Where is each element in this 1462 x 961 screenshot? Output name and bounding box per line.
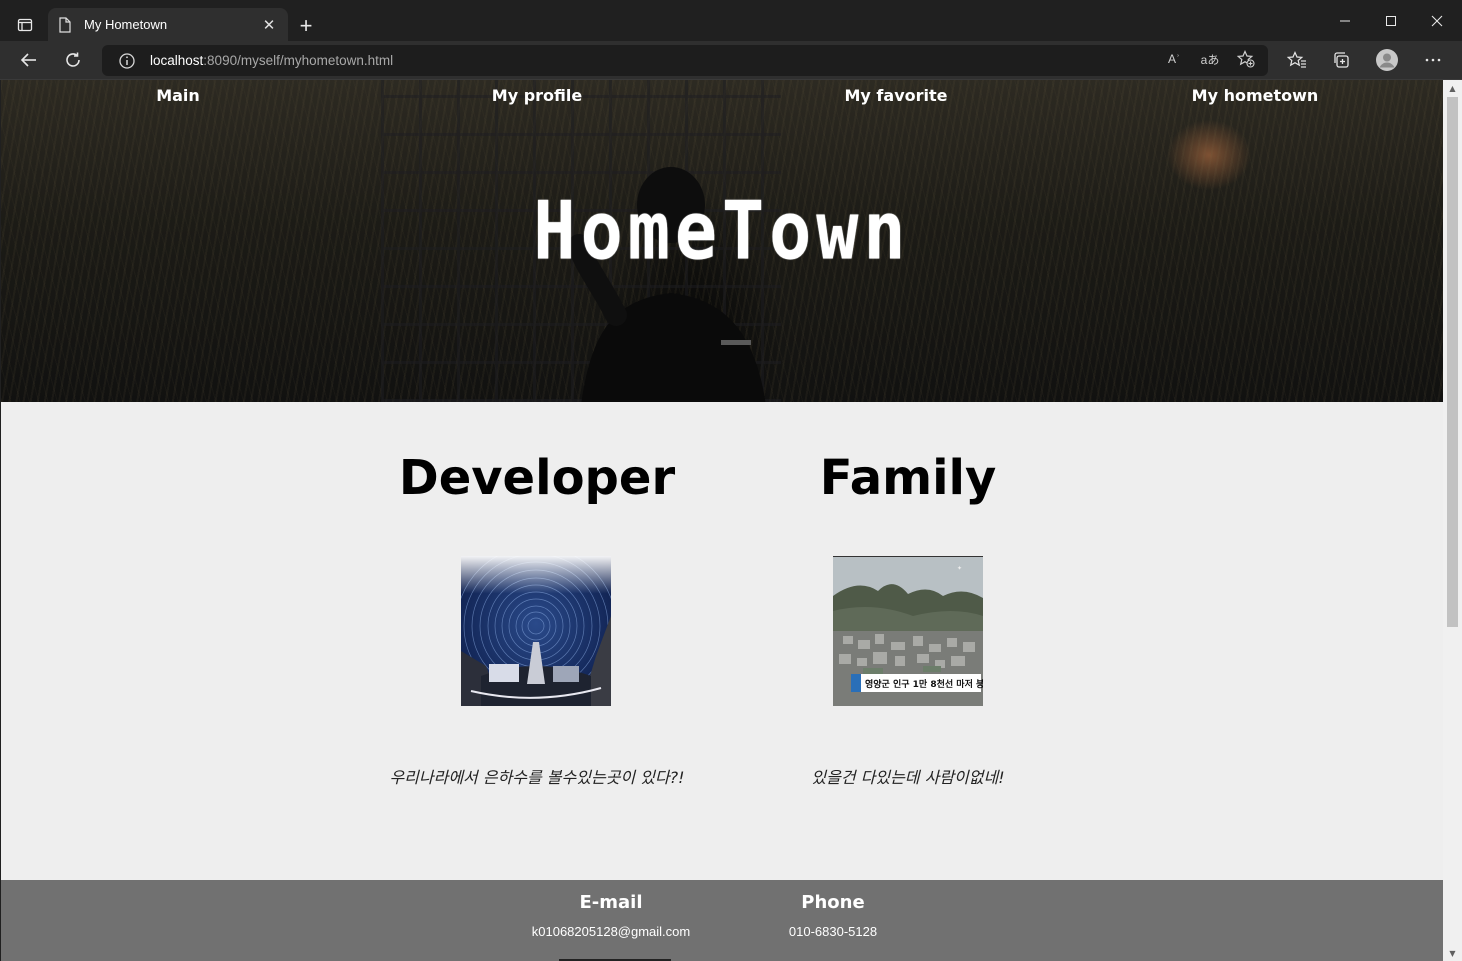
add-favorite-icon[interactable] xyxy=(1233,46,1259,72)
news-caption: 영양군 인구 1만 8천선 마저 붕괴 xyxy=(865,678,983,690)
nav-main[interactable]: Main xyxy=(156,86,200,105)
browser-toolbar: localhost:8090/myself/myhometown.html Aʾ… xyxy=(0,41,1462,80)
favorites-icon[interactable] xyxy=(1282,45,1312,75)
address-bar[interactable]: localhost:8090/myself/myhometown.html xyxy=(102,45,1268,76)
new-tab-button[interactable]: + xyxy=(292,12,320,40)
page-icon xyxy=(58,16,74,33)
broadcast-logo: ✦ xyxy=(957,565,962,572)
translate-icon[interactable]: aあ xyxy=(1197,46,1223,72)
star-trail-photo xyxy=(461,556,611,706)
footer-phone-value: 010-6830-5128 xyxy=(788,924,878,939)
url-host: localhost xyxy=(150,53,204,68)
page-scrollbar[interactable]: ▲ ▼ xyxy=(1443,80,1462,961)
back-arrow-icon[interactable] xyxy=(14,45,44,75)
profile-avatar-icon[interactable] xyxy=(1372,45,1402,75)
url-path: :8090/myself/myhometown.html xyxy=(203,53,394,68)
tab-actions-icon[interactable] xyxy=(8,8,42,42)
hero-banner: Main My profile My favorite My hometown … xyxy=(1,80,1443,402)
collections-icon[interactable] xyxy=(1326,45,1356,75)
nav-my-profile[interactable]: My profile xyxy=(492,86,582,105)
tab-close-icon[interactable]: ✕ xyxy=(260,16,278,34)
window-close-icon[interactable] xyxy=(1414,6,1460,36)
browser-tab-bar: My Hometown ✕ + xyxy=(0,0,1462,41)
scroll-thumb[interactable] xyxy=(1447,97,1458,627)
browser-tab-active[interactable]: My Hometown ✕ xyxy=(48,8,288,41)
more-menu-icon[interactable] xyxy=(1418,45,1448,75)
scroll-down-arrow-icon[interactable]: ▼ xyxy=(1443,945,1462,961)
card-text-developer: 우리나라에서 은하수를 볼수있는곳이 있다?! xyxy=(389,768,685,787)
card-title-family: Family xyxy=(819,450,997,506)
nav-my-hometown[interactable]: My hometown xyxy=(1192,86,1319,105)
page-viewport: Main My profile My favorite My hometown … xyxy=(1,80,1443,961)
footer-phone-label: Phone xyxy=(801,892,865,913)
footer-email-value[interactable]: k01068205128@gmail.com xyxy=(532,924,690,939)
town-aerial-photo: 영양군 인구 1만 8천선 마저 붕괴 ✦ xyxy=(833,556,983,706)
minimize-icon[interactable] xyxy=(1322,6,1368,36)
footer-email-label: E-mail xyxy=(579,892,643,913)
footer: E-mail k01068205128@gmail.com Phone 010-… xyxy=(1,880,1443,961)
hero-title: HomeTown xyxy=(533,183,911,279)
scroll-up-arrow-icon[interactable]: ▲ xyxy=(1443,80,1462,96)
maximize-icon[interactable] xyxy=(1368,6,1414,36)
reload-icon[interactable] xyxy=(58,45,88,75)
card-text-family: 있을건 다있는데 사람이없네! xyxy=(811,768,1005,787)
card-title-developer: Developer xyxy=(398,450,676,506)
nav-my-favorite[interactable]: My favorite xyxy=(845,86,948,105)
read-aloud-icon[interactable]: Aʾ xyxy=(1161,46,1187,72)
tab-title: My Hometown xyxy=(84,17,168,32)
site-info-icon[interactable] xyxy=(118,52,136,70)
main-nav: Main My profile My favorite My hometown xyxy=(1,86,1443,116)
